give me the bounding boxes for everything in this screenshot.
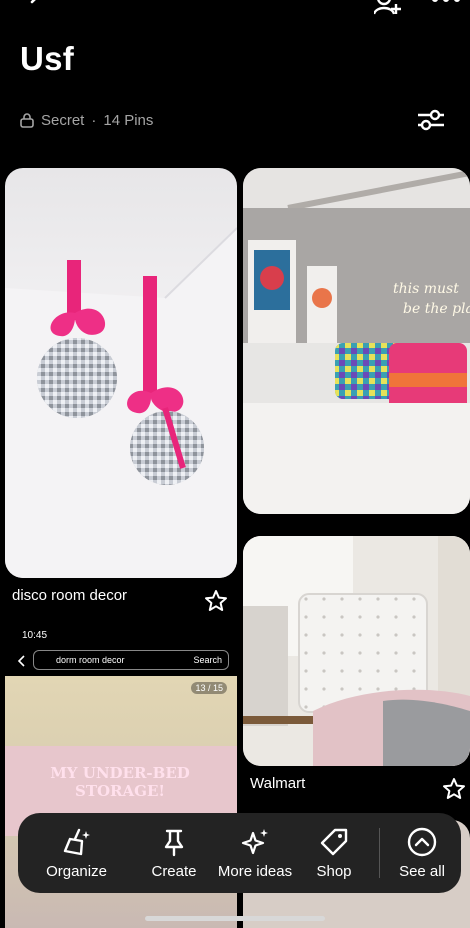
chevron-up-circle-icon xyxy=(407,827,437,856)
create-button[interactable]: Create xyxy=(135,813,213,893)
home-indicator[interactable] xyxy=(145,916,325,921)
board-meta: Secret · 14 Pins xyxy=(20,110,153,130)
see-all-button[interactable]: See all xyxy=(388,813,456,893)
star-icon[interactable] xyxy=(204,589,228,613)
create-label: Create xyxy=(151,862,197,880)
see-all-label: See all xyxy=(399,862,445,880)
shop-label: Shop xyxy=(316,862,352,880)
price-tag-icon xyxy=(320,828,348,855)
screenshot-search-bar: dorm room decor Search xyxy=(33,650,229,670)
pin-image-walmart-headboard[interactable] xyxy=(243,536,470,766)
organize-label: Organize xyxy=(46,862,107,880)
meta-separator: · xyxy=(91,111,97,129)
overlay-text-line1: MY UNDER-BED xyxy=(50,764,190,782)
organize-broom-icon xyxy=(63,828,90,855)
svg-text:be the place: be the place xyxy=(403,301,470,317)
pin-title-walmart[interactable]: Walmart xyxy=(250,775,305,792)
back-arrow-icon[interactable] xyxy=(24,0,52,16)
pushpin-icon xyxy=(164,829,184,856)
pin-count: 14 Pins xyxy=(103,111,154,129)
shop-button[interactable]: Shop xyxy=(297,813,371,893)
screenshot-search-button: Search xyxy=(193,655,222,665)
top-bar xyxy=(0,0,470,28)
pin-title-disco[interactable]: disco room decor xyxy=(12,587,127,604)
sparkles-icon xyxy=(241,828,268,854)
image-counter: 13 / 15 xyxy=(191,682,227,694)
svg-text:this must: this must xyxy=(393,281,459,297)
board-title: Usf xyxy=(20,40,75,77)
more-ideas-label: More ideas xyxy=(217,862,293,880)
screenshot-search-query: dorm room decor xyxy=(56,655,125,665)
status-time: 10:45 xyxy=(22,630,48,641)
pin-image-disco[interactable] xyxy=(5,168,237,578)
star-icon[interactable] xyxy=(442,777,466,801)
disco-balls-illustration xyxy=(5,227,237,578)
more-icon[interactable] xyxy=(430,0,462,6)
lock-icon xyxy=(20,113,34,128)
pin-image-neon-bedroom[interactable]: this must be the place xyxy=(243,168,470,514)
privacy-label: Secret xyxy=(41,111,85,129)
chevron-left-icon xyxy=(17,655,25,667)
bedroom-illustration: this must be the place xyxy=(243,168,470,514)
board-action-toolbar: Organize Create More ideas Shop See all xyxy=(18,813,461,893)
overlay-text-line2: STORAGE! xyxy=(75,782,165,800)
filter-sliders-icon[interactable] xyxy=(416,107,446,133)
add-collaborator-icon[interactable] xyxy=(374,0,402,16)
more-ideas-button[interactable]: More ideas xyxy=(213,813,297,893)
organize-button[interactable]: Organize xyxy=(18,813,135,893)
headboard-illustration xyxy=(243,536,470,766)
toolbar-divider xyxy=(379,828,380,878)
